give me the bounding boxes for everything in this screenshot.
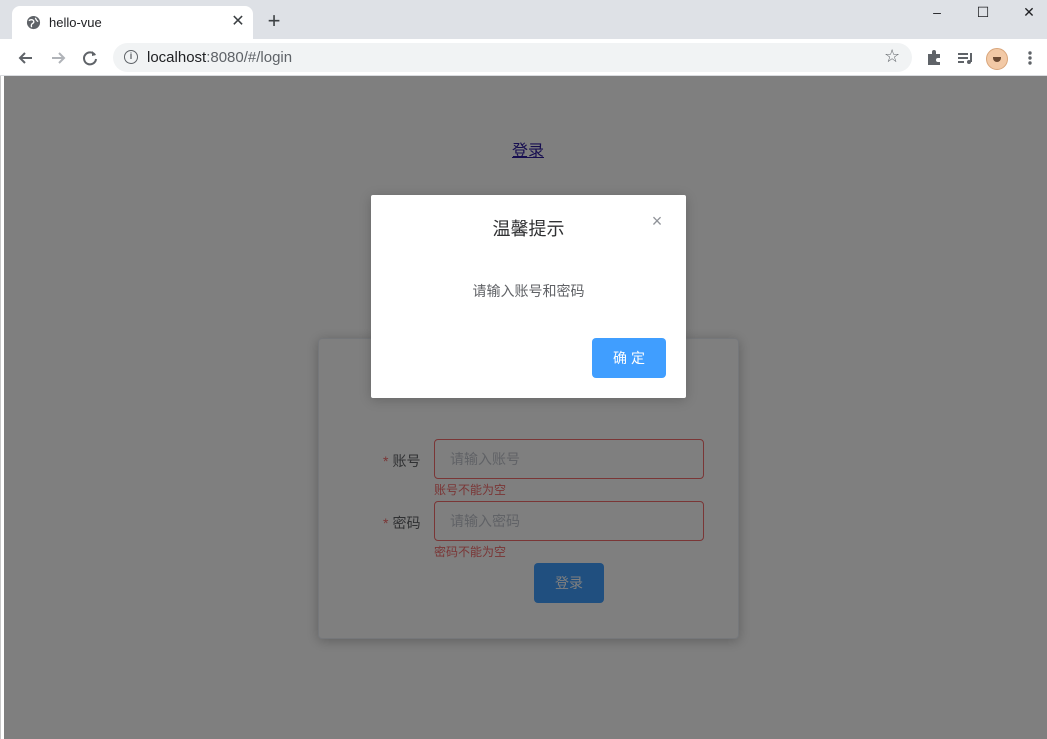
new-tab-button[interactable]: +: [263, 10, 285, 32]
address-bar[interactable]: i localhost:8080/#/login ☆: [113, 43, 912, 72]
url-text: localhost:8080/#/login: [147, 49, 293, 66]
reload-icon[interactable]: [77, 45, 103, 71]
dialog-title: 温馨提示: [492, 219, 565, 239]
tab-strip: hello-vue ✕ + – ☐ ✕: [0, 0, 1047, 39]
alert-dialog: 温馨提示 × 请输入账号和密码 确定: [371, 195, 686, 398]
browser-toolbar: i localhost:8080/#/login ☆: [0, 39, 1047, 76]
dialog-message: 请输入账号和密码: [472, 283, 585, 299]
globe-icon: [26, 15, 41, 30]
maximize-button[interactable]: ☐: [960, 0, 1006, 26]
back-arrow-icon[interactable]: [13, 45, 39, 71]
browser-window: hello-vue ✕ + – ☐ ✕ i localhost:8080/#/l…: [0, 0, 1047, 739]
extensions-icon[interactable]: [921, 45, 947, 71]
star-icon[interactable]: ☆: [884, 46, 900, 67]
page-viewport: 登录 *账号 账号不能为空 *密码 密码不能为空 登录 温馨提示 × 请输入账号…: [4, 76, 1047, 739]
minimize-button[interactable]: –: [914, 0, 960, 26]
dialog-close-icon[interactable]: ×: [649, 212, 665, 230]
media-queue-icon[interactable]: [952, 45, 978, 71]
more-menu-icon[interactable]: [1017, 45, 1043, 71]
tab-close-icon[interactable]: ✕: [229, 13, 247, 31]
browser-tab[interactable]: hello-vue ✕: [12, 6, 253, 39]
tab-title: hello-vue: [49, 15, 102, 30]
dialog-confirm-button[interactable]: 确定: [592, 338, 666, 378]
avatar[interactable]: [986, 48, 1008, 70]
info-icon[interactable]: i: [124, 50, 138, 64]
window-close-button[interactable]: ✕: [1006, 0, 1047, 26]
forward-arrow-icon[interactable]: [45, 45, 71, 71]
modal-overlay[interactable]: [4, 76, 1047, 739]
